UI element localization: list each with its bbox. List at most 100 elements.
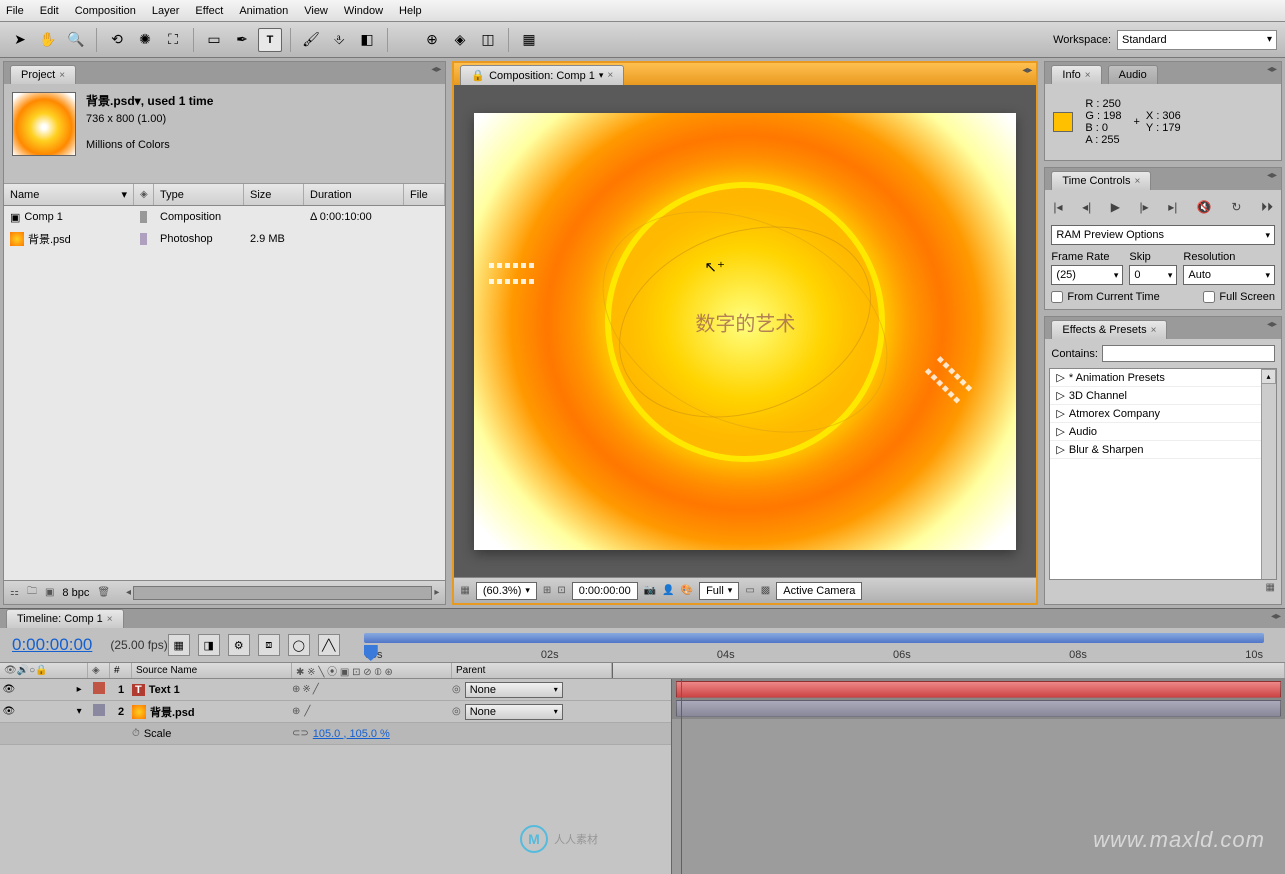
rect-tool-icon[interactable]: ▭ [202,28,226,52]
project-item-row[interactable]: 背景.psd Photoshop 2.9 MB [4,228,445,250]
work-area-bar[interactable] [364,633,1264,643]
pen-tool-icon[interactable]: ✒ [230,28,254,52]
pickwhip-icon[interactable]: ◎ [452,706,461,717]
last-frame-icon[interactable]: ▸| [1168,200,1177,215]
tab-time-controls[interactable]: Time Controls× [1051,171,1151,190]
visibility-toggle[interactable]: 👁 [0,684,18,695]
draft-3d-icon[interactable]: ◨ [198,634,220,656]
graph-editor-icon[interactable]: ╱╲ [318,634,340,656]
workspace-dropdown[interactable]: Standard [1117,30,1277,50]
col-switches[interactable]: ✱ ※ ╲ ⦿ ▣ ⊡ ⊘ ⦶ ⊛ [292,663,452,678]
axis-mode-icon[interactable]: ⊕ [420,28,444,52]
play-icon[interactable]: ▶ [1111,200,1120,215]
camera-tool-icon[interactable]: ✺ [133,28,157,52]
bpc-toggle[interactable]: 8 bpc [62,587,89,599]
menu-window[interactable]: Window [344,5,383,17]
col-size[interactable]: Size [244,184,304,205]
from-current-checkbox[interactable]: From Current Time [1051,291,1159,303]
axis-view-icon[interactable]: ◫ [476,28,500,52]
current-time[interactable]: 0:00:00:00 [12,635,92,655]
ram-preview-icon[interactable]: ⏵⏵ [1261,200,1273,215]
loop-icon[interactable]: ↻ [1231,200,1241,215]
effects-list[interactable]: ▷* Animation Presets ▷3D Channel ▷Atmore… [1049,368,1277,580]
interpret-footage-icon[interactable]: ⚏ [10,587,19,598]
frame-blend-icon[interactable]: ⧈ [258,634,280,656]
type-tool-icon[interactable]: T [258,28,282,52]
selection-tool-icon[interactable]: ➤ [8,28,32,52]
hand-tool-icon[interactable]: ✋ [36,28,60,52]
close-icon[interactable]: × [607,70,613,81]
menu-effect[interactable]: Effect [195,5,223,17]
audio-icon[interactable]: 🔊 [17,665,29,676]
lock-icon[interactable]: 🔒 [35,665,47,676]
close-icon[interactable]: × [1085,70,1091,81]
folder-icon[interactable]: 🗀 [27,584,37,601]
ram-preview-dropdown[interactable]: RAM Preview Options [1051,225,1275,245]
parent-dropdown[interactable]: None [465,682,563,698]
eye-icon[interactable]: 👁 [4,665,17,676]
snapshot-icon[interactable]: 📷 [644,585,656,596]
layer-bar[interactable] [676,700,1281,717]
layer-bar[interactable] [676,681,1281,698]
new-comp-icon[interactable]: ▣ [45,587,54,598]
scale-value[interactable]: 105.0 , 105.0 % [313,728,390,740]
next-frame-icon[interactable]: |▸ [1140,200,1149,215]
expand-arrow-icon[interactable]: ▸ [70,684,88,695]
grid-icon[interactable]: ⊡ [557,585,565,596]
scrollbar-horizontal[interactable] [133,586,432,600]
scroll-up-icon[interactable]: ▴ [1261,369,1276,384]
safe-zones-icon[interactable]: ⊞ [543,585,551,596]
tab-timeline[interactable]: Timeline: Comp 1× [6,609,124,628]
effects-category[interactable]: ▷3D Channel [1050,387,1276,405]
scroll-left-icon[interactable]: ◂ [126,587,131,598]
panel-menu-icon[interactable]: ◂▸ [431,64,441,75]
tab-composition[interactable]: 🔒 Composition: Comp 1 ▾ × [460,65,624,85]
col-source-name[interactable]: Source Name [132,663,292,678]
camera-dropdown[interactable]: Active Camera [776,582,862,600]
eraser-tool-icon[interactable]: ◧ [355,28,379,52]
shy-icon[interactable]: ⚙ [228,634,250,656]
trash-icon[interactable]: 🗑 [97,587,110,598]
composition-canvas[interactable]: 数字的艺术 ↖⁺ [474,113,1016,550]
col-type[interactable]: Type [154,184,244,205]
layer-row[interactable]: 👁▸ 1 TText 1 ⊕※╱ ◎None [0,679,671,701]
col-parent[interactable]: Parent [452,663,612,678]
comp-flowchart-icon[interactable]: ▦ [168,634,190,656]
channel-icon[interactable]: 👤 [662,585,674,596]
menu-composition[interactable]: Composition [75,5,136,17]
tab-info[interactable]: Info× [1051,65,1101,84]
mute-icon[interactable]: 🔇 [1197,200,1212,215]
roi-icon[interactable]: ▭ [745,585,754,596]
project-item-row[interactable]: ▣Comp 1 Composition Δ 0:00:10:00 [4,206,445,228]
col-label[interactable]: ◈ [134,184,154,205]
effects-category[interactable]: ▷Blur & Sharpen [1050,441,1276,459]
pan-behind-tool-icon[interactable]: ⛶ [161,28,185,52]
composition-viewer[interactable]: 数字的艺术 ↖⁺ [454,85,1036,577]
preview-resolution-dropdown[interactable]: Auto [1183,265,1275,285]
current-time-display[interactable]: 0:00:00:00 [572,582,638,600]
close-icon[interactable]: × [1151,325,1157,336]
stopwatch-icon[interactable]: ⏱ [132,728,140,739]
first-frame-icon[interactable]: |◂ [1053,200,1062,215]
scroll-right-icon[interactable]: ▸ [434,587,439,598]
effects-category[interactable]: ▷* Animation Presets [1050,369,1276,387]
layer-row[interactable]: 👁▾ 2 背景.psd ⊕╱ ◎None [0,701,671,723]
new-comp-icon[interactable]: ▦ [517,28,541,52]
scrollbar-vertical[interactable] [1261,369,1276,579]
collapse-arrow-icon[interactable]: ▾ [70,706,88,717]
menu-edit[interactable]: Edit [40,5,59,17]
menu-view[interactable]: View [304,5,328,17]
constrain-icon[interactable]: ⊂⊃ [292,728,309,739]
prev-frame-icon[interactable]: ◂| [1082,200,1091,215]
menu-layer[interactable]: Layer [152,5,180,17]
tab-audio[interactable]: Audio [1108,65,1158,84]
close-icon[interactable]: × [59,70,65,81]
toggle-alpha-icon[interactable]: ▦ [460,585,469,596]
color-mgmt-icon[interactable]: 🎨 [681,585,693,596]
visibility-toggle[interactable]: 👁 [0,706,18,717]
panel-menu-icon[interactable]: ◂▸ [1271,611,1281,622]
menu-help[interactable]: Help [399,5,422,17]
tab-project[interactable]: Project × [10,65,76,84]
full-screen-checkbox[interactable]: Full Screen [1203,291,1275,303]
close-icon[interactable]: × [107,614,113,625]
